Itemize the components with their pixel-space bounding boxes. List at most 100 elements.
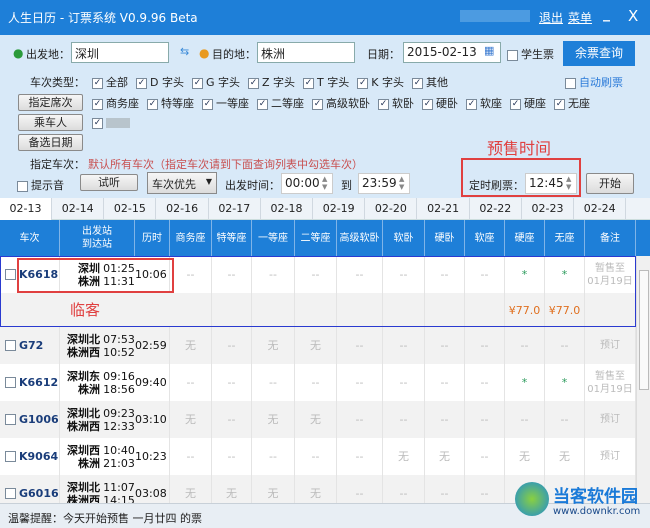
logout-link[interactable]: 退出	[539, 9, 563, 26]
remark: 暂售至 01月19日	[585, 256, 636, 293]
date-tabs: 02-13 02-14 02-15 02-16 02-17 02-18 02-19 02-20…	[0, 198, 650, 220]
passenger-button[interactable]: 乘车人	[18, 114, 83, 131]
checkbox-软座[interactable]: ✓ 软座	[466, 95, 502, 111]
table-row[interactable]: K6612 深圳东 株洲 09:16 18:56 09:40 -- -- -- -- -- -- -- -…	[0, 364, 636, 401]
tab-02-15[interactable]: 02-15	[104, 198, 157, 220]
seat-商务座: 无	[170, 327, 212, 364]
table-row[interactable]: G1006 深圳北 株洲西 09:23 12:33 03:10 无 -- 无无 -- -- -- -- -…	[0, 401, 636, 438]
checkbox-一等座[interactable]: ✓ 一等座	[202, 95, 249, 111]
alternate-date-button[interactable]: 备选日期	[18, 134, 83, 151]
checkbox-box[interactable]: ✓	[303, 77, 315, 89]
listen-button[interactable]: 试听	[80, 174, 138, 191]
checkbox-其他[interactable]: ✓ 其他	[411, 74, 448, 90]
checkbox-无座[interactable]: ✓ 无座	[554, 95, 590, 111]
checkbox-box[interactable]: ✓	[92, 77, 103, 89]
scrollbar[interactable]	[636, 256, 650, 503]
checkbox-Z字头[interactable]: ✓ Z 字头	[248, 74, 295, 90]
tab-02-13[interactable]: 02-13	[0, 198, 52, 220]
checkbox-box[interactable]: ✓	[202, 98, 213, 110]
tab-02-17[interactable]: 02-17	[209, 198, 261, 220]
train-number[interactable]: K6612	[19, 376, 58, 389]
row-checkbox[interactable]	[5, 340, 16, 351]
checkbox-高级软卧[interactable]: ✓ 高级软卧	[312, 95, 370, 111]
checkbox-特等座[interactable]: ✓ 特等座	[147, 95, 194, 111]
tab-02-19[interactable]: 02-19	[313, 198, 366, 220]
checkbox-box[interactable]: ✓	[92, 98, 103, 110]
seat-商务座: 无	[170, 475, 212, 503]
chevron-down-icon: ▼	[205, 177, 212, 186]
checkbox-硬座[interactable]: ✓ 硬座	[510, 95, 546, 111]
checkbox-box[interactable]: ✓	[312, 98, 323, 110]
calendar-icon[interactable]: ▦	[484, 44, 494, 57]
train-number[interactable]: G6016	[19, 487, 59, 500]
tab-02-16[interactable]: 02-16	[157, 198, 209, 220]
checkbox-T字头[interactable]: ✓ T 字头	[303, 74, 349, 90]
time-to-spinner[interactable]: ▲ ▼	[399, 175, 404, 191]
tab-02-24[interactable]: 02-24	[574, 198, 627, 220]
price-软卧	[383, 293, 425, 327]
checkbox-商务座[interactable]: ✓ 商务座	[92, 95, 139, 111]
scrollbar-thumb[interactable]	[639, 270, 649, 390]
priority-select[interactable]: 车次优先 ▼	[147, 172, 217, 194]
tab-02-14[interactable]: 02-14	[52, 198, 105, 220]
header-软卧: 软卧	[383, 220, 425, 256]
passenger-checkbox[interactable]: ✓	[92, 116, 130, 129]
seat-特等座: --	[212, 438, 252, 475]
checkbox-软卧[interactable]: ✓ 软卧	[378, 95, 414, 111]
query-button[interactable]: 余票查询	[563, 41, 635, 66]
tab-02-22[interactable]: 02-22	[470, 198, 522, 220]
table-row[interactable]: G72 深圳北 株洲西 07:53 10:52 02:59 无 -- 无无 -- -- -- -- -- -…	[0, 327, 636, 364]
row-checkbox[interactable]	[5, 451, 16, 462]
depart-time: 10:40	[103, 443, 135, 457]
checkbox-全部[interactable]: ✓ 全部	[92, 74, 128, 90]
checkbox-box[interactable]: ✓	[510, 98, 521, 110]
table-row[interactable]: K9064 深圳西 株洲 10:40 21:03 10:23 -- -- -- -- -- 无无 -- 无…	[0, 438, 636, 475]
row-checkbox[interactable]	[5, 269, 16, 280]
depart-time-label: 出发时间：	[225, 179, 280, 192]
student-checkbox[interactable]: 学生票	[507, 46, 554, 62]
time-from-spinner[interactable]: ▲ ▼	[322, 175, 327, 191]
checkbox-box[interactable]: ✓	[136, 77, 147, 89]
header-label: 商务座	[175, 232, 206, 244]
checkbox-二等座[interactable]: ✓ 二等座	[257, 95, 304, 111]
checkbox-box[interactable]: ✓	[191, 77, 203, 89]
checkbox-box[interactable]: ✓	[554, 98, 565, 110]
checkbox-box[interactable]: ✓	[378, 98, 389, 110]
tab-02-23[interactable]: 02-23	[522, 198, 574, 220]
checkbox-box[interactable]: ✓	[248, 77, 259, 89]
train-number[interactable]: K6618	[19, 268, 58, 281]
auto-refresh-checkbox[interactable]: 自动刷票	[565, 74, 623, 90]
checkbox-硬卧[interactable]: ✓ 硬卧	[422, 95, 458, 111]
row-checkbox[interactable]	[5, 488, 16, 499]
tab-02-20[interactable]: 02-20	[365, 198, 418, 220]
timed-refresh-spinner[interactable]: ▲ ▼	[566, 175, 571, 191]
close-button[interactable]: X	[628, 7, 638, 25]
train-number[interactable]: K9064	[19, 450, 58, 463]
checkbox-box[interactable]: ✓	[357, 77, 369, 89]
duration: 03:10	[135, 401, 170, 438]
from-input[interactable]: 深圳	[71, 42, 169, 63]
checkbox-box[interactable]: ✓	[257, 98, 268, 110]
swap-icon[interactable]: ⇆	[180, 45, 189, 58]
train-number[interactable]: G1006	[19, 413, 59, 426]
checkbox-box[interactable]: ✓	[466, 98, 477, 110]
row-checkbox[interactable]	[5, 414, 16, 425]
to-input[interactable]: 株洲	[257, 42, 355, 63]
minimize-button[interactable]: _	[603, 6, 610, 22]
checkbox-box[interactable]: ✓	[422, 98, 433, 110]
sound-checkbox[interactable]: 提示音	[17, 177, 64, 193]
tab-02-18[interactable]: 02-18	[261, 198, 313, 220]
tab-02-21[interactable]: 02-21	[418, 198, 470, 220]
checkbox-D字头[interactable]: ✓ D 字头	[136, 74, 184, 90]
checkbox-K字头[interactable]: ✓ K 字头	[357, 74, 404, 90]
checkbox-G字头[interactable]: ✓ G 字头	[191, 74, 240, 90]
checkbox-box[interactable]: ✓	[147, 98, 158, 110]
menu-link[interactable]: 菜单	[568, 9, 592, 26]
checkbox-box[interactable]: ✓	[411, 77, 423, 89]
seat-select-button[interactable]: 指定席次	[18, 94, 83, 111]
row-checkbox[interactable]	[5, 377, 16, 388]
start-button[interactable]: 开始	[586, 173, 634, 194]
table-row[interactable]: K6618 深圳 株洲 01:25 11:31 10:06 -- -- -- -- -- -- -- --…	[0, 256, 636, 293]
train-number[interactable]: G72	[19, 339, 43, 352]
to-station: 株洲西	[67, 493, 100, 504]
